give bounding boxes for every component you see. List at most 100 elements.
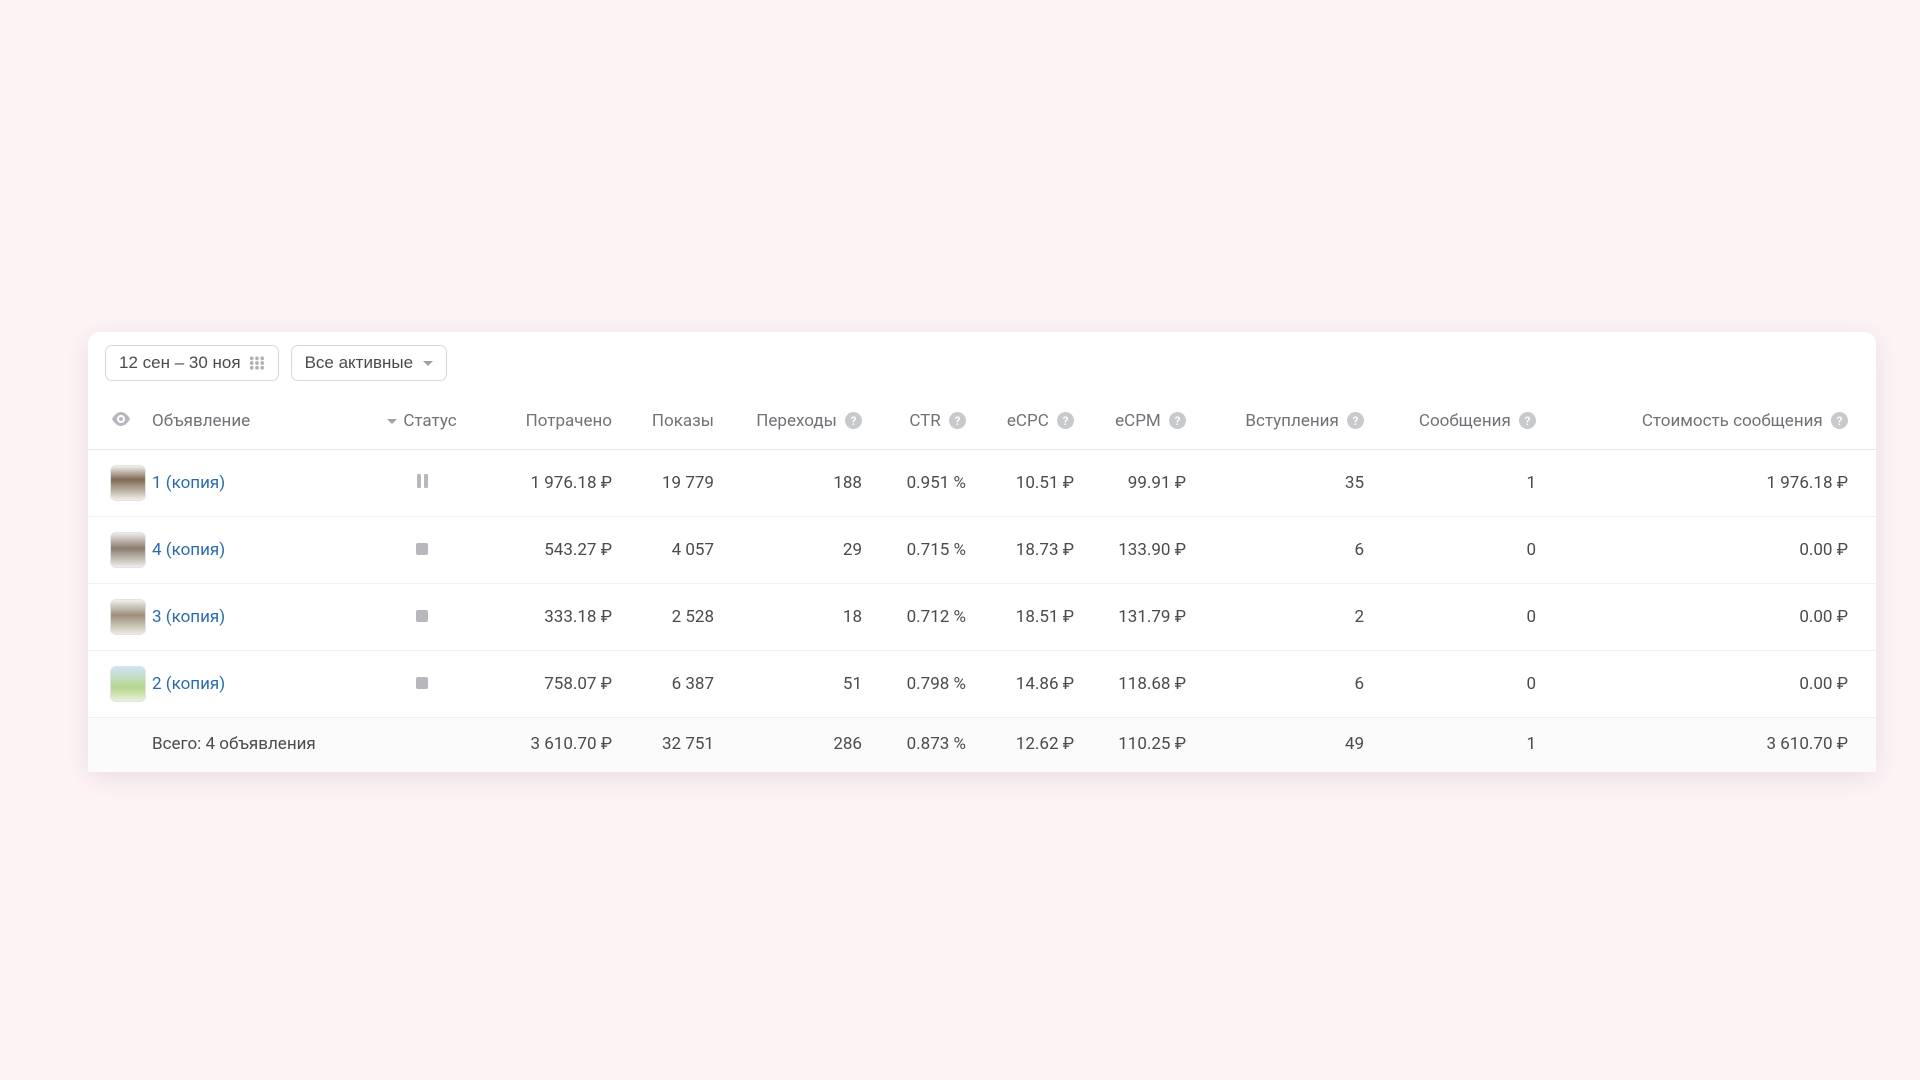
table-row: 1 (копия)1 976.18 ₽19 7791880.951 %10.51… — [88, 450, 1876, 517]
totals-message-cost: 3 610.70 ₽ — [1546, 718, 1876, 773]
ad-link[interactable]: 4 (копия) — [152, 540, 225, 560]
cell-impressions: 4 057 — [622, 517, 724, 584]
stop-icon — [416, 677, 428, 689]
ads-stats-panel: 12 сен – 30 ноя Все активные Объявление — [88, 332, 1876, 772]
cell-spent: 333.18 ₽ — [486, 584, 622, 651]
ad-link[interactable]: 1 (копия) — [152, 473, 225, 493]
eye-icon — [111, 410, 131, 431]
totals-spent: 3 610.70 ₽ — [486, 718, 622, 773]
cell-ctr: 0.951 % — [872, 450, 976, 517]
totals-ctr: 0.873 % — [872, 718, 976, 773]
cell-ecpm: 131.79 ₽ — [1084, 584, 1196, 651]
stop-icon — [416, 543, 428, 555]
ad-name-cell: 2 (копия) — [142, 651, 358, 718]
status-cell[interactable] — [358, 517, 486, 584]
help-icon[interactable]: ? — [1057, 412, 1074, 429]
cell-spent: 1 976.18 ₽ — [486, 450, 622, 517]
totals-impressions: 32 751 — [622, 718, 724, 773]
totals-row: Всего: 4 объявления 3 610.70 ₽ 32 751 28… — [88, 718, 1876, 773]
status-cell[interactable] — [358, 450, 486, 517]
help-icon[interactable]: ? — [949, 412, 966, 429]
col-ad[interactable]: Объявление — [142, 388, 358, 450]
date-range-button[interactable]: 12 сен – 30 ноя — [105, 345, 279, 381]
cell-messages: 0 — [1374, 584, 1546, 651]
table-row: 2 (копия) 758.07 ₽6 387510.798 %14.86 ₽11… — [88, 651, 1876, 718]
pause-icon — [417, 474, 428, 488]
row-thumb-cell — [88, 584, 142, 651]
cell-spent: 543.27 ₽ — [486, 517, 622, 584]
ad-name-cell: 1 (копия) — [142, 450, 358, 517]
cell-joins: 35 — [1196, 450, 1374, 517]
cell-spent: 758.07 ₽ — [486, 651, 622, 718]
cell-ctr: 0.798 % — [872, 651, 976, 718]
ad-link[interactable]: 2 (копия) — [152, 674, 225, 694]
row-thumb-cell — [88, 450, 142, 517]
totals-ecpc: 12.62 ₽ — [976, 718, 1084, 773]
cell-joins: 6 — [1196, 517, 1374, 584]
status-filter-label: Все активные — [305, 353, 413, 373]
col-ecpm[interactable]: eCPM ? — [1084, 388, 1196, 450]
cell-message-cost: 1 976.18 ₽ — [1546, 450, 1876, 517]
totals-ecpm: 110.25 ₽ — [1084, 718, 1196, 773]
totals-joins: 49 — [1196, 718, 1374, 773]
calendar-icon — [249, 356, 265, 370]
totals-clicks: 286 — [724, 718, 872, 773]
cell-clicks: 18 — [724, 584, 872, 651]
col-joins[interactable]: Вступления ? — [1196, 388, 1374, 450]
help-icon[interactable]: ? — [1169, 412, 1186, 429]
cell-ecpc: 10.51 ₽ — [976, 450, 1084, 517]
stop-icon — [416, 610, 428, 622]
table-row: 4 (копия)543.27 ₽4 057290.715 %18.73 ₽13… — [88, 517, 1876, 584]
help-icon[interactable]: ? — [1831, 412, 1848, 429]
cell-impressions: 6 387 — [622, 651, 724, 718]
ad-link[interactable]: 3 (копия) — [152, 607, 225, 627]
ad-name-cell: 4 (копия) — [142, 517, 358, 584]
cell-ecpm: 118.68 ₽ — [1084, 651, 1196, 718]
cell-ecpc: 18.73 ₽ — [976, 517, 1084, 584]
cell-impressions: 2 528 — [622, 584, 724, 651]
col-message-cost[interactable]: Стоимость сообщения ? — [1546, 388, 1876, 450]
cell-message-cost: 0.00 ₽ — [1546, 651, 1876, 718]
table-header-row: Объявление Статус Потрачено Показы Перех… — [88, 388, 1876, 450]
help-icon[interactable]: ? — [1519, 412, 1536, 429]
cell-ctr: 0.715 % — [872, 517, 976, 584]
cell-messages: 0 — [1374, 651, 1546, 718]
ad-thumbnail[interactable] — [110, 465, 146, 501]
row-thumb-cell — [88, 517, 142, 584]
table-row: 3 (копия)333.18 ₽2 528180.712 %18.51 ₽13… — [88, 584, 1876, 651]
cell-ecpc: 18.51 ₽ — [976, 584, 1084, 651]
sort-caret-icon — [387, 419, 397, 424]
cell-clicks: 51 — [724, 651, 872, 718]
col-messages[interactable]: Сообщения ? — [1374, 388, 1546, 450]
cell-message-cost: 0.00 ₽ — [1546, 517, 1876, 584]
help-icon[interactable]: ? — [845, 412, 862, 429]
toolbar: 12 сен – 30 ноя Все активные — [88, 332, 1876, 388]
col-spent[interactable]: Потрачено — [486, 388, 622, 450]
cell-ecpc: 14.86 ₽ — [976, 651, 1084, 718]
col-clicks[interactable]: Переходы ? — [724, 388, 872, 450]
chevron-down-icon — [423, 361, 433, 366]
date-range-label: 12 сен – 30 ноя — [119, 353, 241, 373]
status-cell[interactable] — [358, 651, 486, 718]
col-ctr[interactable]: CTR ? — [872, 388, 976, 450]
ad-thumbnail[interactable] — [110, 666, 146, 702]
ad-name-cell: 3 (копия) — [142, 584, 358, 651]
cell-messages: 0 — [1374, 517, 1546, 584]
status-cell[interactable] — [358, 584, 486, 651]
help-icon[interactable]: ? — [1347, 412, 1364, 429]
cell-ecpm: 133.90 ₽ — [1084, 517, 1196, 584]
ad-thumbnail[interactable] — [110, 532, 146, 568]
cell-clicks: 188 — [724, 450, 872, 517]
row-thumb-cell — [88, 651, 142, 718]
totals-messages: 1 — [1374, 718, 1546, 773]
col-impressions[interactable]: Показы — [622, 388, 724, 450]
cell-message-cost: 0.00 ₽ — [1546, 584, 1876, 651]
totals-label: Всего: 4 объявления — [142, 718, 486, 773]
col-status[interactable]: Статус — [358, 388, 486, 450]
col-visibility[interactable] — [88, 388, 142, 450]
cell-joins: 6 — [1196, 651, 1374, 718]
col-ecpc[interactable]: eCPC ? — [976, 388, 1084, 450]
cell-joins: 2 — [1196, 584, 1374, 651]
ad-thumbnail[interactable] — [110, 599, 146, 635]
status-filter-button[interactable]: Все активные — [291, 345, 447, 381]
